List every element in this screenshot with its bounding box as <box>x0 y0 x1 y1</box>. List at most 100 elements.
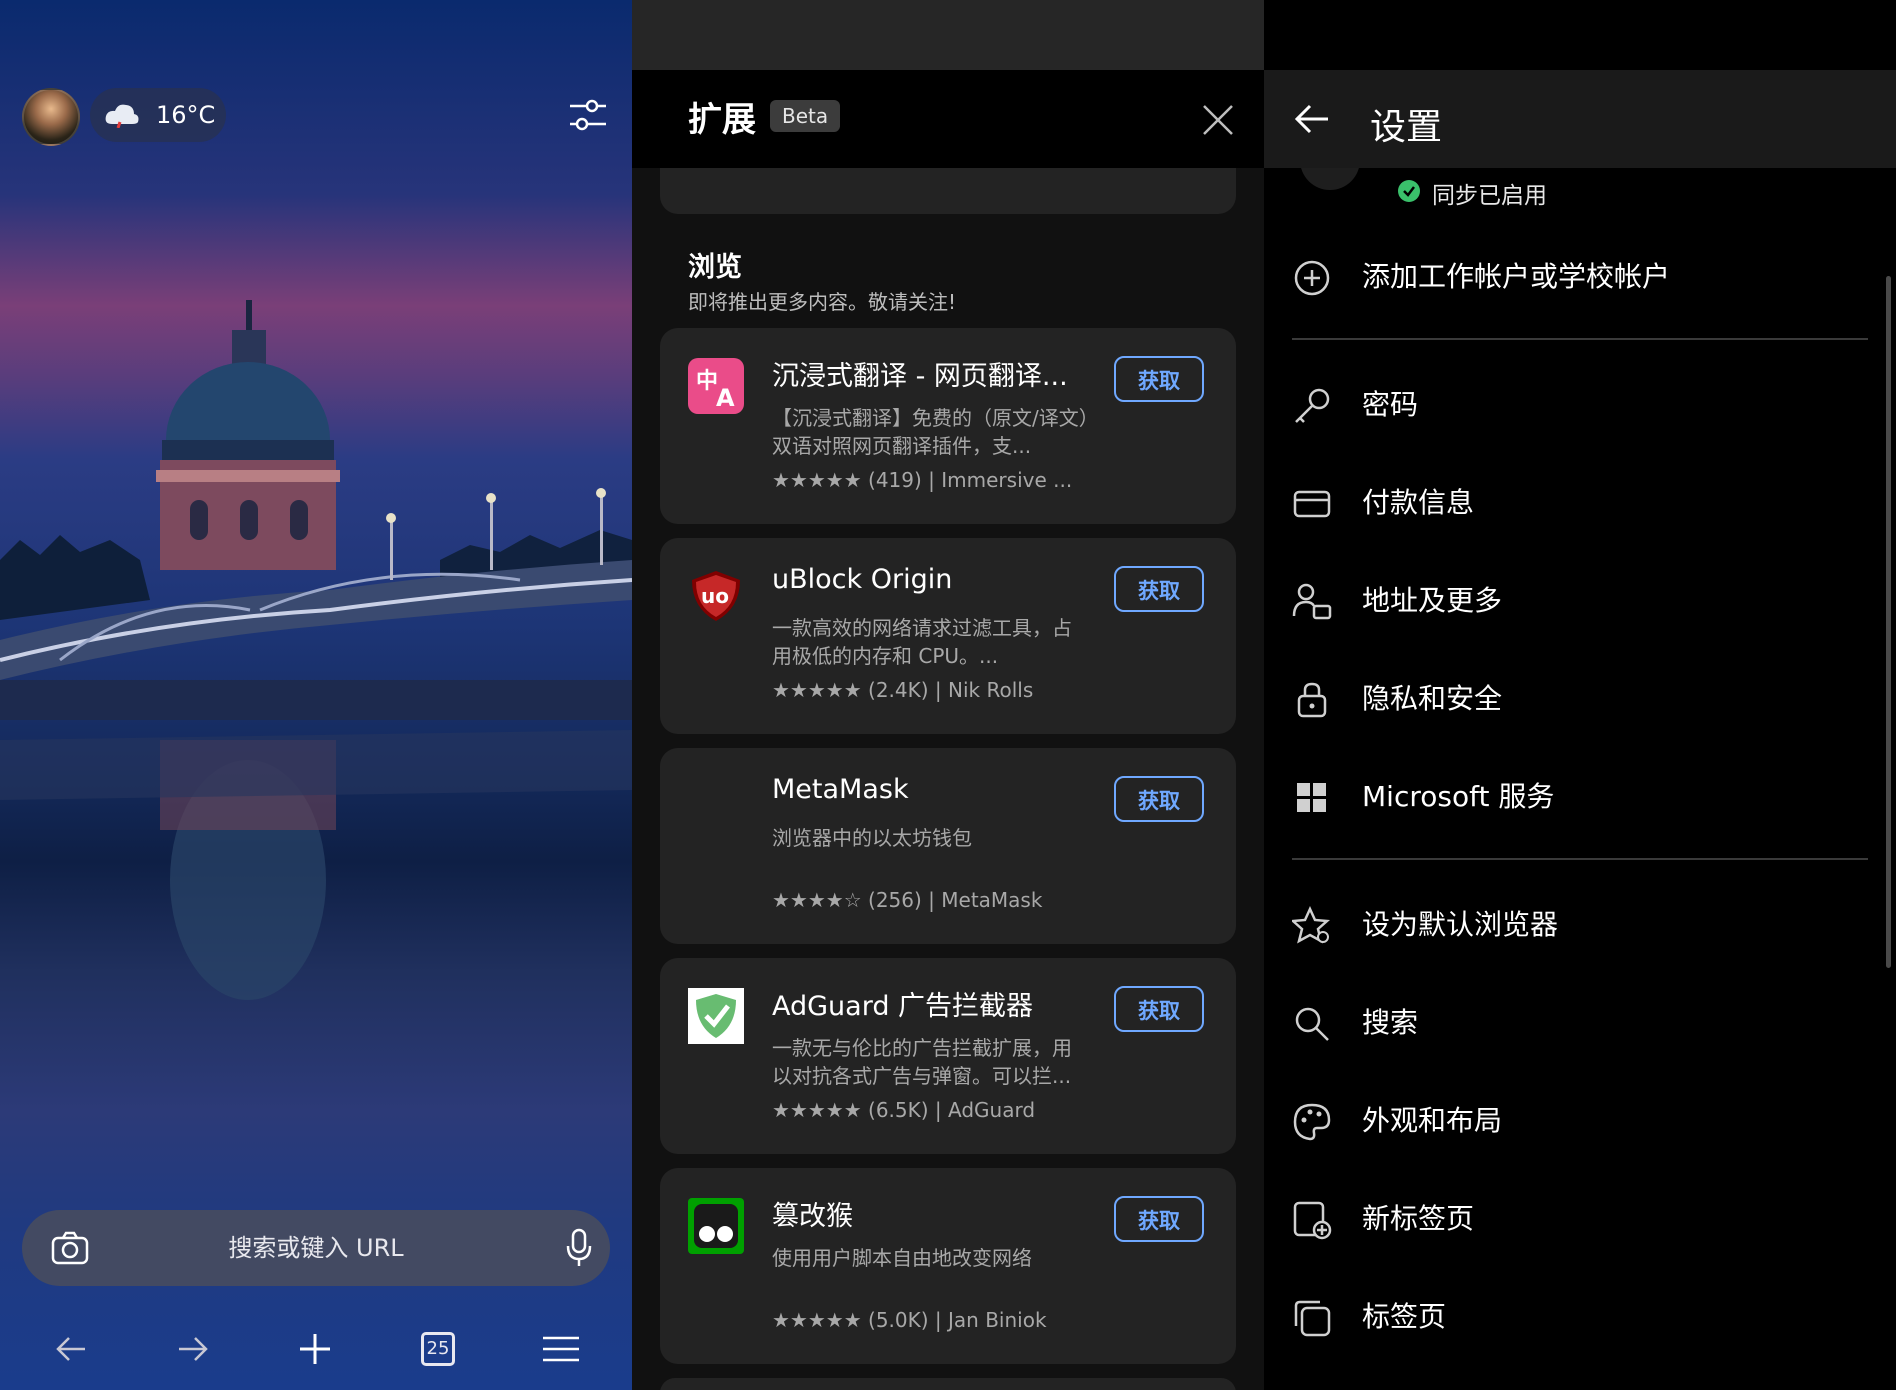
cloud-rain-icon <box>104 102 140 129</box>
settings-item-search[interactable]: 搜索 <box>1264 974 1896 1072</box>
extension-card[interactable]: AdGuard 广告拦截器 一款无与伦比的广告拦截扩展，用以对抗各式广告与弹窗。… <box>660 958 1236 1154</box>
new-tab-panel: 16°C 搜索或键入 URL 25 <box>0 0 632 1390</box>
lock-icon <box>1292 680 1332 720</box>
extension-meta: ★★★★★ (2.4K) | Nik Rolls <box>772 678 1033 702</box>
palette-icon <box>1292 1102 1332 1142</box>
ublock-origin-icon: uo <box>688 568 744 624</box>
settings-item-address[interactable]: 地址及更多 <box>1264 552 1896 650</box>
extension-author: Immersive ... <box>941 468 1073 492</box>
get-button[interactable]: 获取 <box>1114 776 1204 822</box>
new-tab-page-icon <box>1292 1200 1332 1240</box>
section-title: 浏览 <box>688 252 742 283</box>
immersive-translate-icon: 中A <box>688 358 744 414</box>
page-title: 设置 <box>1370 107 1443 148</box>
close-icon[interactable] <box>1198 100 1238 140</box>
rating-stars: ★★★★★ <box>772 468 862 492</box>
settings-item-appearance[interactable]: 外观和布局 <box>1264 1072 1896 1170</box>
settings-item-label: 搜索 <box>1362 1006 1419 1039</box>
extension-description: 使用用户脚本自由地改变网络 <box>772 1246 1032 1270</box>
extensions-panel: 扩展 Beta 浏览 即将推出更多内容。敬请关注! 中A 沉浸式翻译 - 网页翻… <box>632 0 1264 1390</box>
divider <box>1292 338 1868 340</box>
section-subtitle: 即将推出更多内容。敬请关注! <box>688 290 957 314</box>
settings-item-microsoft[interactable]: Microsoft 服务 <box>1264 748 1896 846</box>
rating-count: (5.0K) <box>868 1308 929 1332</box>
settings-item-tabs[interactable]: 标签页 <box>1264 1268 1896 1366</box>
extension-author: MetaMask <box>941 888 1043 912</box>
get-button[interactable]: 获取 <box>1114 1196 1204 1242</box>
weather-widget[interactable]: 16°C <box>90 88 226 142</box>
star-icon <box>1289 905 1332 946</box>
extension-name: 沉浸式翻译 - 网页翻译... <box>772 361 1068 392</box>
new-tab-icon[interactable] <box>290 1324 340 1374</box>
settings-item-label: 外观和布局 <box>1362 1104 1503 1137</box>
search-input[interactable]: 搜索或键入 URL <box>22 1210 610 1286</box>
get-button[interactable]: 获取 <box>1114 356 1204 402</box>
mic-icon[interactable] <box>566 1228 592 1268</box>
rating-stars: ★★★★★ <box>772 1098 862 1122</box>
metamask-icon <box>688 778 744 834</box>
svg-text:中: 中 <box>696 369 718 394</box>
extension-name: 篡改猴 <box>772 1201 853 1232</box>
extension-card[interactable]: uo uBlock Origin 一款高效的网络请求过滤工具，占用极低的内存和 … <box>660 538 1236 734</box>
search-bar[interactable]: 搜索或键入 URL <box>22 1210 610 1286</box>
extension-card[interactable]: 篡改猴 使用用户脚本自由地改变网络 ★★★★★ (5.0K) | Jan Bin… <box>660 1168 1236 1364</box>
microsoft-icon <box>1292 778 1332 818</box>
get-button[interactable]: 获取 <box>1114 566 1204 612</box>
settings-item-payment[interactable]: 付款信息 <box>1264 454 1896 552</box>
filter-icon[interactable] <box>568 96 608 134</box>
settings-item-password[interactable]: 密码 <box>1264 356 1896 454</box>
settings-item-new-tab-page[interactable]: 新标签页 <box>1264 1170 1896 1268</box>
settings-header: 设置 <box>1264 70 1896 168</box>
back-icon[interactable] <box>46 1324 96 1374</box>
extension-author: Nik Rolls <box>948 678 1034 702</box>
extension-author: AdGuard <box>948 1098 1036 1122</box>
search-icon <box>1292 1004 1332 1044</box>
extension-description: 一款无与伦比的广告拦截扩展，用以对抗各式广告与弹窗。可以拦... <box>772 1036 1072 1088</box>
menu-icon[interactable] <box>536 1324 586 1374</box>
camera-icon[interactable] <box>50 1230 90 1266</box>
settings-item-label: 标签页 <box>1362 1300 1447 1333</box>
forward-icon[interactable] <box>168 1324 218 1374</box>
extension-card[interactable]: MetaMask 浏览器中的以太坊钱包 ★★★★☆ (256) | MetaMa… <box>660 748 1236 944</box>
settings-item-privacy[interactable]: 隐私和安全 <box>1264 650 1896 748</box>
extension-description: 浏览器中的以太坊钱包 <box>772 826 972 850</box>
address-icon <box>1292 582 1332 622</box>
extension-meta: ★★★★★ (6.5K) | AdGuard <box>772 1098 1035 1122</box>
add-account-item[interactable]: 添加工作帐户或学校帐户 <box>1264 228 1896 326</box>
background-photo <box>0 300 632 1000</box>
avatar[interactable] <box>22 88 80 146</box>
card-icon <box>1292 484 1332 524</box>
settings-item-label: 地址及更多 <box>1362 584 1503 617</box>
settings-item-label: 密码 <box>1362 388 1419 421</box>
settings-item-default-browser[interactable]: 设为默认浏览器 <box>1264 876 1896 974</box>
key-icon <box>1292 386 1332 426</box>
tabs-icon <box>1292 1298 1332 1338</box>
separator: | <box>928 468 935 492</box>
separator: | <box>934 1308 942 1332</box>
svg-text:A: A <box>716 384 735 412</box>
weather-temperature: 16°C <box>156 101 216 129</box>
settings-panel: 设置 同步已启用 添加工作帐户或学校帐户 密码 付款信息 地址及更多 隐私和安全 <box>1264 0 1896 1390</box>
status-area <box>632 0 1264 70</box>
separator: | <box>934 1098 942 1122</box>
tab-count-icon[interactable]: 25 <box>413 1324 463 1374</box>
extension-meta: ★★★★★ (5.0K) | Jan Biniok <box>772 1308 1047 1332</box>
extension-meta: ★★★★☆ (256) | MetaMask <box>772 888 1042 912</box>
adguard-icon <box>688 988 744 1044</box>
scrollbar[interactable] <box>1886 276 1891 968</box>
page-title: 扩展 <box>688 100 756 140</box>
svg-text:uo: uo <box>701 584 729 608</box>
rating-count: (6.5K) <box>868 1098 929 1122</box>
rating-count: (2.4K) <box>868 678 929 702</box>
extension-author: Jan Biniok <box>948 1308 1047 1332</box>
extension-description: 【沉浸式翻译】免费的（原文/译文）双语对照网页翻译插件，支... <box>772 406 1089 458</box>
get-button[interactable]: 获取 <box>1114 986 1204 1032</box>
bottom-toolbar: 25 <box>0 1310 632 1390</box>
check-circle-icon <box>1398 180 1420 202</box>
add-circle-icon <box>1292 258 1332 298</box>
rating-stars: ★★★★☆ <box>772 888 862 912</box>
separator: | <box>928 888 935 912</box>
extension-card[interactable]: 中A 沉浸式翻译 - 网页翻译... 【沉浸式翻译】免费的（原文/译文）双语对照… <box>660 328 1236 524</box>
back-arrow-icon[interactable] <box>1294 102 1330 136</box>
rating-count: (419) <box>868 468 922 492</box>
